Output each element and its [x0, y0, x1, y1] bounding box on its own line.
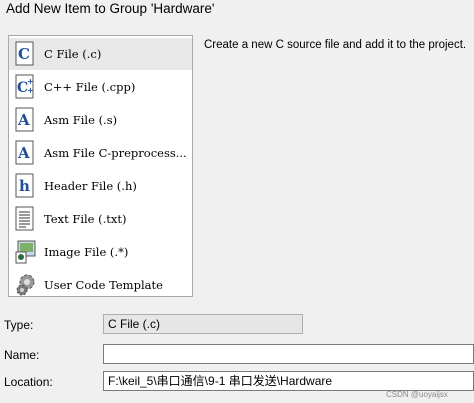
list-item-label: Asm File C-preprocess...	[44, 146, 187, 160]
location-label: Location:	[4, 375, 53, 389]
c-file-icon: C	[15, 41, 34, 66]
list-item-asm-preprocess-file[interactable]: A Asm File C-preprocess...	[9, 137, 192, 169]
list-item-cpp-file[interactable]: C + + C++ File (.cpp)	[9, 71, 192, 103]
cpp-file-icon: C + +	[15, 74, 34, 99]
list-item-header-file[interactable]: h Header File (.h)	[9, 170, 192, 202]
svg-text:A: A	[17, 111, 30, 129]
svg-text:A: A	[17, 144, 30, 162]
name-label: Name:	[4, 348, 40, 362]
text-file-icon	[15, 206, 34, 231]
name-input[interactable]	[103, 344, 474, 364]
svg-text:h: h	[19, 177, 30, 195]
svg-text:+: +	[27, 86, 34, 95]
list-item-label: C File (.c)	[44, 47, 102, 61]
item-description: Create a new C source file and add it to…	[204, 39, 467, 51]
list-item-label: Asm File (.s)	[44, 113, 118, 127]
list-item-label: Header File (.h)	[44, 179, 137, 193]
type-field: C File (.c)	[103, 314, 303, 334]
list-item-image-file[interactable]: Image File (.*)	[9, 236, 192, 268]
list-item-c-file[interactable]: C C File (.c)	[9, 38, 192, 70]
asm-preprocess-file-icon: A	[15, 140, 34, 165]
dialog-title: Add New Item to Group 'Hardware'	[6, 1, 215, 16]
list-item-label: Image File (.*)	[44, 245, 129, 259]
user-code-template-icon	[16, 274, 35, 296]
list-item-user-code-template[interactable]: User Code Template	[9, 269, 192, 296]
svg-text:+: +	[27, 77, 34, 86]
list-item-label: Text File (.txt)	[44, 212, 127, 226]
list-item-asm-file[interactable]: A Asm File (.s)	[9, 104, 192, 136]
watermark: CSDN @uoyaijsx	[386, 390, 448, 399]
type-label: Type:	[4, 318, 34, 332]
list-item-label: C++ File (.cpp)	[44, 80, 136, 94]
asm-file-icon: A	[15, 107, 34, 132]
header-file-icon: h	[15, 173, 34, 198]
image-file-icon	[15, 240, 36, 264]
list-item-label: User Code Template	[44, 278, 163, 292]
svg-text:C: C	[18, 45, 30, 63]
location-input[interactable]: F:\keil_5\串口通信\9-1 串口发送\Hardware	[103, 371, 474, 391]
item-type-list[interactable]: C C File (.c) C + + C++ File (.cpp) A As…	[8, 35, 193, 297]
list-item-text-file[interactable]: Text File (.txt)	[9, 203, 192, 235]
